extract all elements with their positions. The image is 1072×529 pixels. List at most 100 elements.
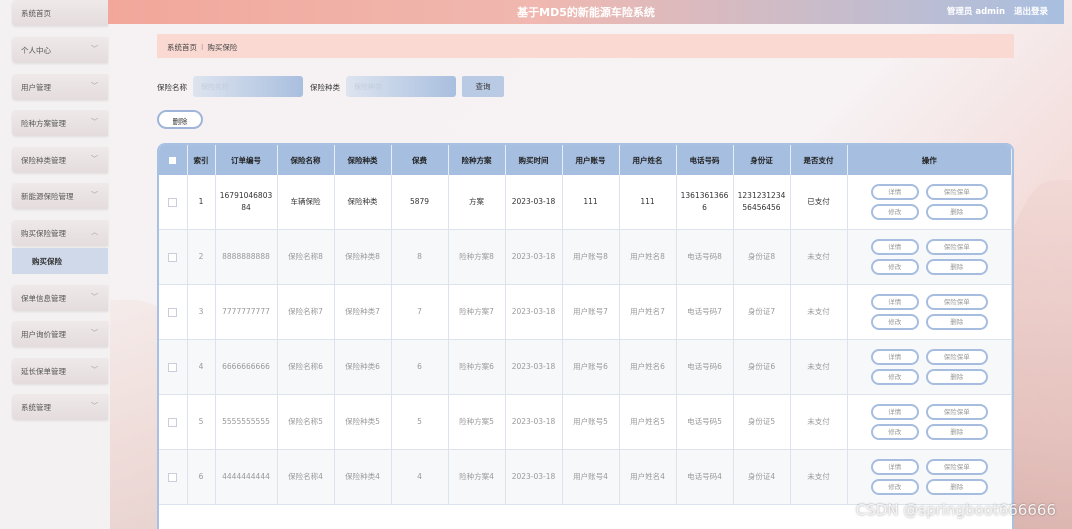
policy-button[interactable]: 保险保单 <box>925 459 988 475</box>
sidebar-item-types[interactable]: 保险种类管理 ﹀ <box>12 147 108 173</box>
table-cell: 8888888888 <box>215 229 278 285</box>
detail-button[interactable]: 详情 <box>870 349 919 365</box>
chevron-down-icon: ﹀ <box>91 45 98 53</box>
table-cell: 用户姓名5 <box>619 394 677 450</box>
chevron-down-icon: ﹀ <box>91 82 98 90</box>
detail-button[interactable]: 详情 <box>870 184 919 200</box>
row-actions: 详情 保险保单 修改 删除 <box>847 339 1012 395</box>
delete-button[interactable]: 删除 <box>925 259 988 275</box>
watermark: CSDN @springboot666666 <box>855 501 1056 519</box>
table-cell: 保险种类5 <box>334 394 392 450</box>
edit-button[interactable]: 修改 <box>870 369 919 385</box>
policy-button[interactable]: 保险保单 <box>925 239 988 255</box>
table-cell: 保险名称5 <box>277 394 335 450</box>
table-cell: 未支付 <box>790 394 848 450</box>
sidebar-item-label: 保单信息管理 <box>21 294 66 303</box>
policy-button[interactable]: 保险保单 <box>925 184 988 200</box>
table-cell: 用户姓名7 <box>619 284 677 340</box>
table-cell: 险种方案7 <box>448 284 506 340</box>
table-cell: 险种方案4 <box>448 449 506 505</box>
table-row: 6 4444444444 保险名称4 保险种类4 4 险种方案4 2023-03-18 用户账… <box>159 449 1012 505</box>
delete-button[interactable]: 删除 <box>925 424 988 440</box>
policy-button[interactable]: 保险保单 <box>925 404 988 420</box>
edit-button[interactable]: 修改 <box>870 424 919 440</box>
orders-table: 索引 订单编号 保险名称 保险种类 保费 险种方案 购买时间 用户账号 用户姓名… <box>157 143 1014 529</box>
row-checkbox[interactable] <box>159 449 188 505</box>
table-cell: 用户姓名6 <box>619 339 677 395</box>
table-cell: 身份证4 <box>733 449 791 505</box>
user-label: 管理员 admin <box>946 7 1006 17</box>
sidebar-item-system[interactable]: 系统管理 ﹀ <box>12 394 108 420</box>
sidebar-item-plans[interactable]: 险种方案管理 ﹀ <box>12 110 108 136</box>
sidebar-subitem-label: 购买保险 <box>32 257 62 266</box>
delete-button[interactable]: 删除 <box>925 369 988 385</box>
sidebar-item-policies[interactable]: 保单信息管理 ﹀ <box>12 285 108 311</box>
table-cell: 5 <box>187 394 216 450</box>
row-checkbox[interactable] <box>159 339 188 395</box>
row-actions: 详情 保险保单 修改 删除 <box>847 175 1012 230</box>
row-actions: 详情 保险保单 修改 删除 <box>847 284 1012 340</box>
table-cell: 2023-03-18 <box>505 394 563 450</box>
row-checkbox[interactable] <box>159 394 188 450</box>
type-filter-input[interactable] <box>346 76 456 97</box>
sidebar-item-inquiry[interactable]: 用户询价管理 ﹀ <box>12 321 108 347</box>
column-header: 电话号码 <box>676 145 734 175</box>
batch-delete-button[interactable]: 删除 <box>157 110 203 129</box>
table-cell: 保险种类4 <box>334 449 392 505</box>
detail-button[interactable]: 详情 <box>870 404 919 420</box>
logout-link[interactable]: 退出登录 <box>1014 7 1048 17</box>
table-cell: 2023-03-18 <box>505 449 563 505</box>
row-checkbox[interactable] <box>159 175 188 230</box>
table-cell: 保险名称6 <box>277 339 335 395</box>
select-all-checkbox[interactable] <box>159 145 188 175</box>
delete-button[interactable]: 删除 <box>925 204 988 220</box>
table-cell: 8 <box>391 229 449 285</box>
breadcrumb-home[interactable]: 系统首页 <box>167 43 197 52</box>
sidebar-item-insurance[interactable]: 新能源保险管理 ﹀ <box>12 183 108 209</box>
name-filter-input[interactable] <box>193 76 303 97</box>
policy-button[interactable]: 保险保单 <box>925 294 988 310</box>
sidebar-item-profile[interactable]: 个人中心 ﹀ <box>12 37 108 63</box>
table-cell: 险种方案8 <box>448 229 506 285</box>
sidebar-item-purchase[interactable]: 购买保险管理 ︿ <box>12 220 108 246</box>
table-cell: 6 <box>187 449 216 505</box>
column-header: 身份证 <box>733 145 791 175</box>
table-cell: 保险名称8 <box>277 229 335 285</box>
table-cell: 电话号码4 <box>676 449 734 505</box>
table-row: 1 1679104680384 车辆保险 保险种类 5879 方案 2023-03-18 11… <box>159 175 1012 230</box>
edit-button[interactable]: 修改 <box>870 259 919 275</box>
row-checkbox[interactable] <box>159 229 188 285</box>
table-cell: 111 <box>562 175 620 230</box>
table-cell: 4 <box>187 339 216 395</box>
sidebar: 系统首页 个人中心 ﹀ 用户管理 ﹀ 险种方案管理 ﹀ 保险种类管理 ﹀ 新能源保险管理… <box>0 0 110 529</box>
table-cell: 6 <box>391 339 449 395</box>
edit-button[interactable]: 修改 <box>870 479 919 495</box>
delete-button[interactable]: 删除 <box>925 314 988 330</box>
sidebar-item-extend[interactable]: 延长保单管理 ﹀ <box>12 358 108 384</box>
sidebar-subitem-buy[interactable]: 购买保险 <box>12 248 108 274</box>
edit-button[interactable]: 修改 <box>870 314 919 330</box>
table-cell: 保险名称4 <box>277 449 335 505</box>
edit-button[interactable]: 修改 <box>870 204 919 220</box>
row-checkbox[interactable] <box>159 284 188 340</box>
detail-button[interactable]: 详情 <box>870 294 919 310</box>
name-filter-label: 保险名称 <box>157 83 187 92</box>
table-cell: 保险种类6 <box>334 339 392 395</box>
delete-button[interactable]: 删除 <box>925 479 988 495</box>
column-header: 保险名称 <box>277 145 335 175</box>
sidebar-item-users[interactable]: 用户管理 ﹀ <box>12 74 108 100</box>
policy-button[interactable]: 保险保单 <box>925 349 988 365</box>
sidebar-item-label: 新能源保险管理 <box>21 192 74 201</box>
table-cell: 1 <box>187 175 216 230</box>
table-cell: 身份证8 <box>733 229 791 285</box>
chevron-down-icon: ﹀ <box>91 191 98 199</box>
query-button[interactable]: 查询 <box>462 76 504 97</box>
table-cell: 4444444444 <box>215 449 278 505</box>
detail-button[interactable]: 详情 <box>870 459 919 475</box>
sidebar-item-home[interactable]: 系统首页 <box>12 0 108 26</box>
detail-button[interactable]: 详情 <box>870 239 919 255</box>
column-header: 用户账号 <box>562 145 620 175</box>
chevron-down-icon: ﹀ <box>91 329 98 337</box>
sidebar-item-label: 延长保单管理 <box>21 367 66 376</box>
table-cell: 1679104680384 <box>215 175 278 230</box>
